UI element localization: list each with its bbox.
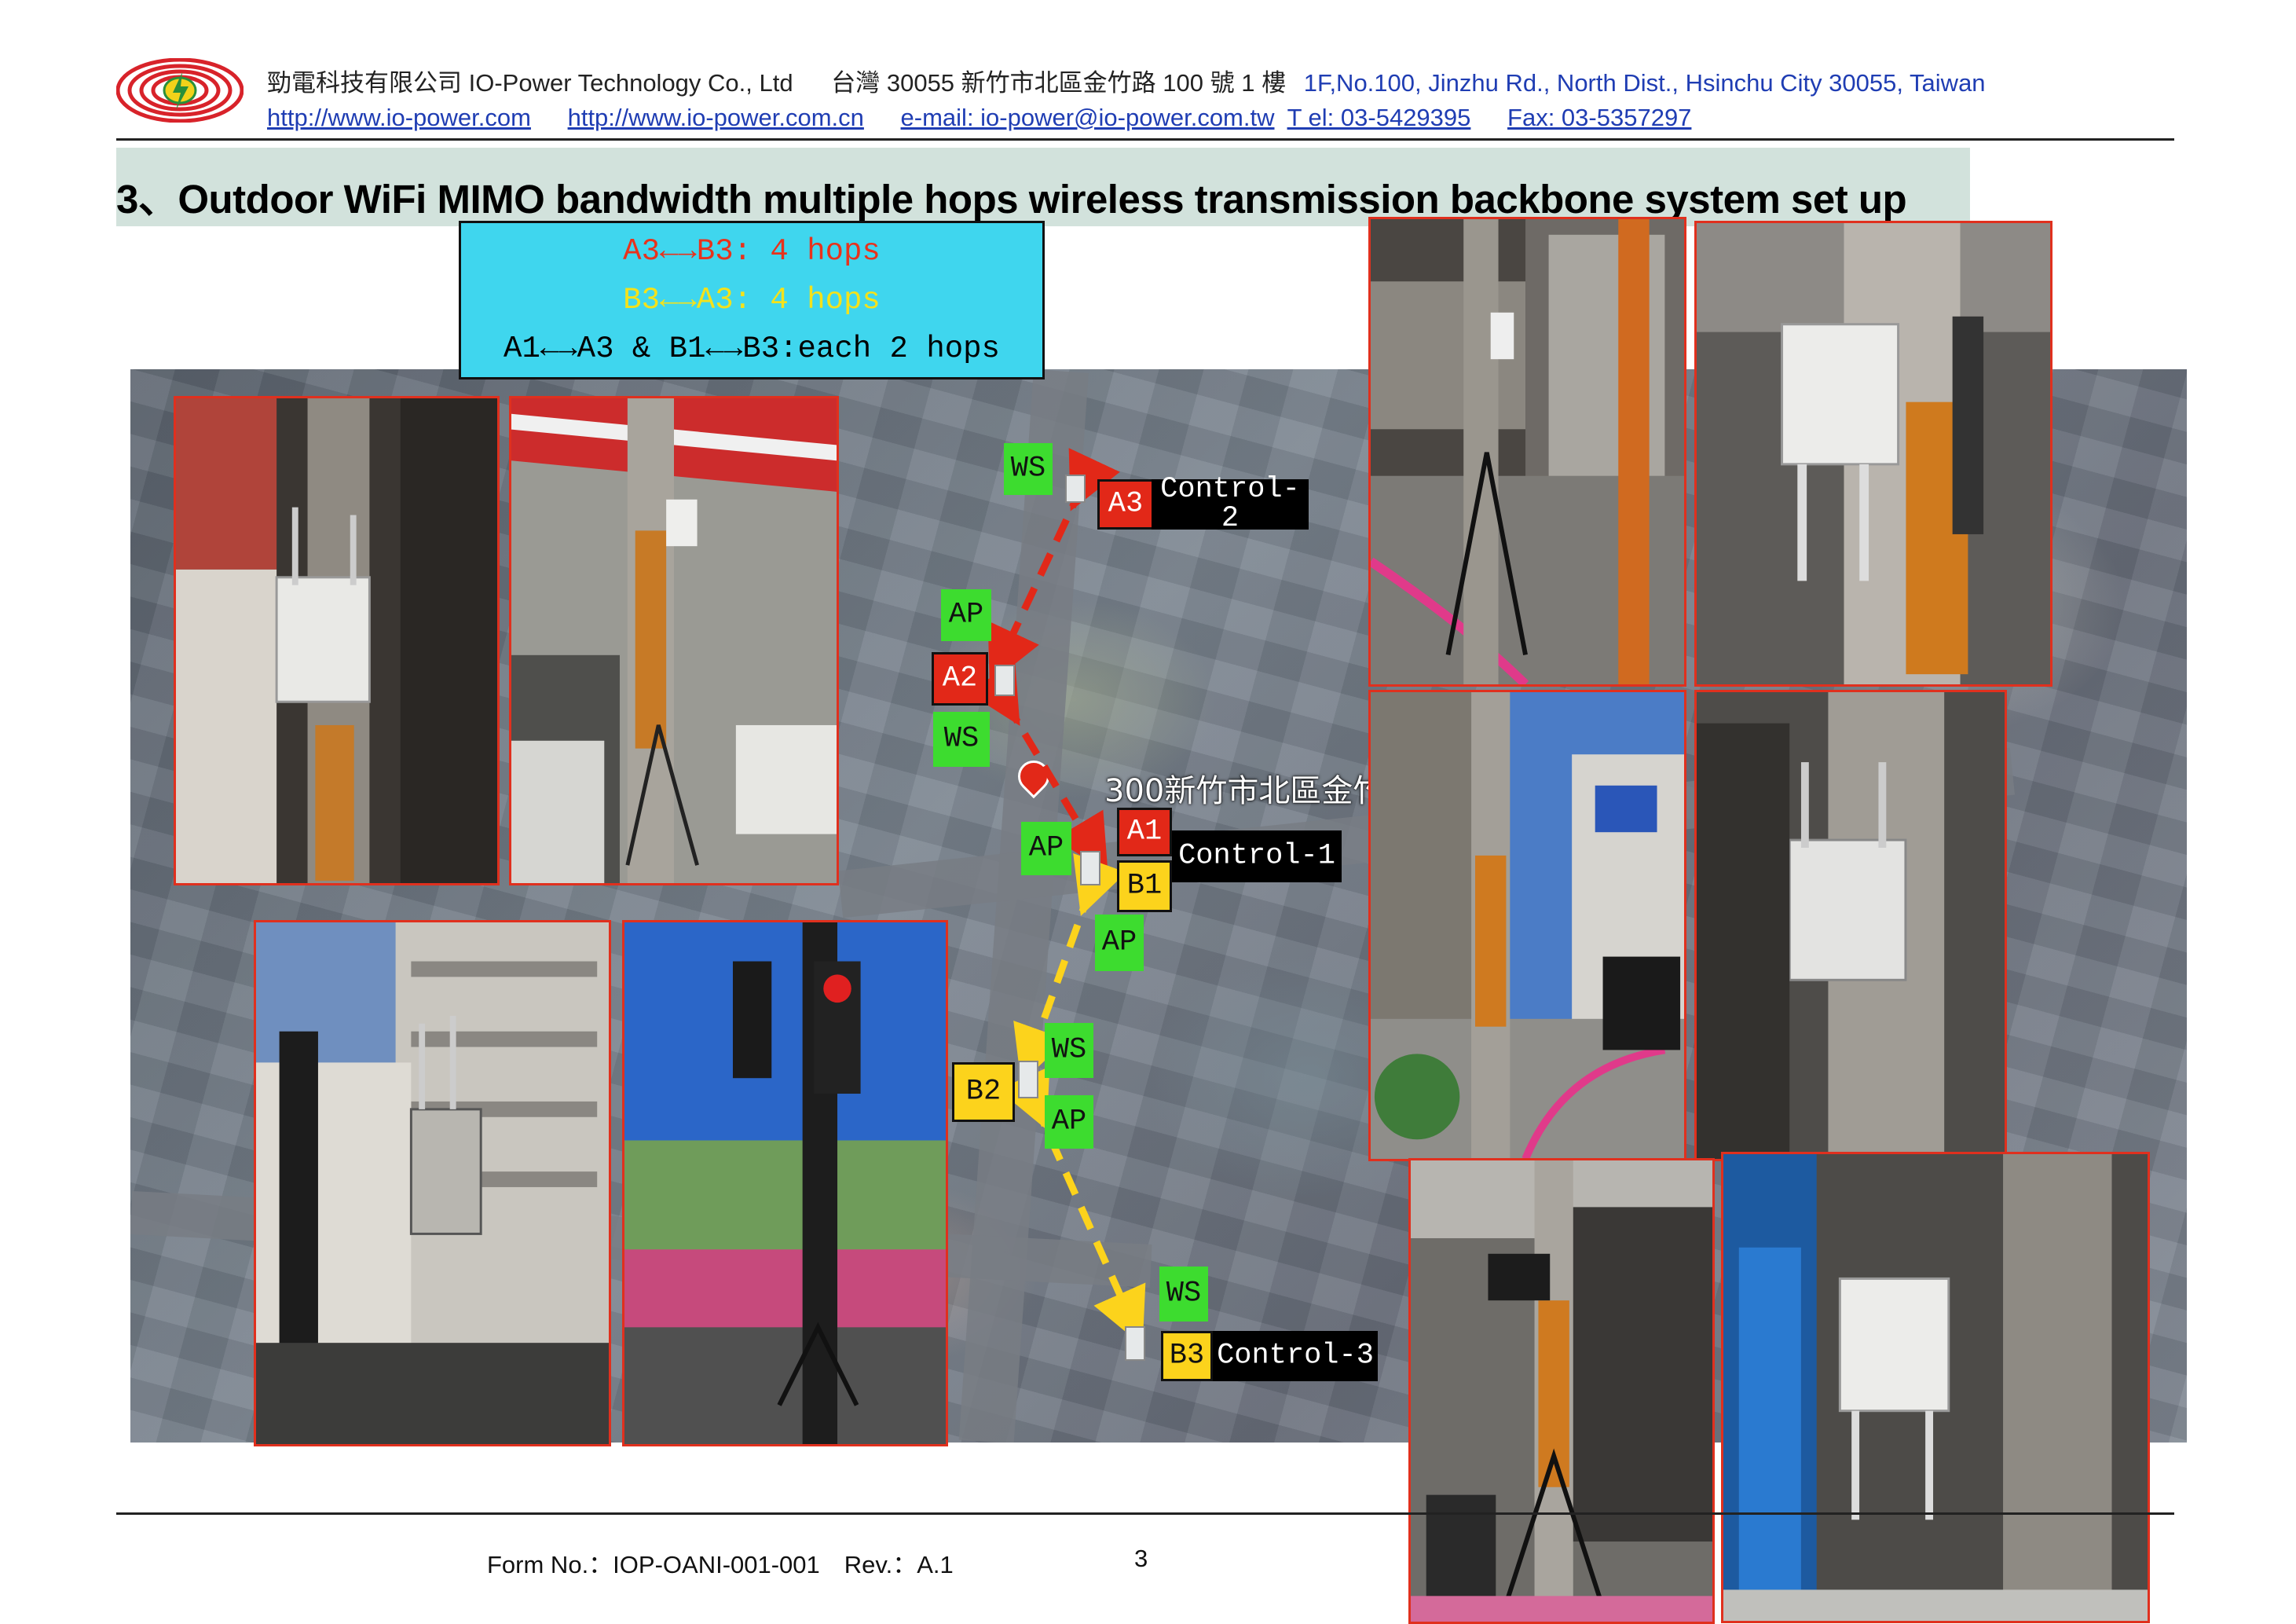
site-photo-ap-closeup-2 bbox=[1694, 690, 2007, 1161]
node-ap-b2: AP bbox=[1045, 1095, 1093, 1149]
site-photo-ap-on-pole-2 bbox=[254, 920, 611, 1446]
ap-device-icon bbox=[1018, 1061, 1038, 1098]
node-control-3: Control-3 bbox=[1213, 1331, 1378, 1381]
ap-device-icon bbox=[1125, 1326, 1145, 1361]
site-photo-street-tripod bbox=[1368, 690, 1686, 1161]
node-ap-b1: AP bbox=[1095, 915, 1144, 971]
ap-device-icon bbox=[1080, 851, 1100, 885]
node-a1: A1 bbox=[1117, 808, 1172, 856]
site-photo-ap-on-pole-1 bbox=[174, 396, 500, 885]
ap-device-icon bbox=[994, 665, 1015, 696]
site-photo-ap-tripod-1 bbox=[509, 396, 839, 885]
node-b2: B2 bbox=[952, 1062, 1015, 1122]
site-photo-ap-tripod-corner bbox=[1368, 217, 1686, 687]
footer-divider bbox=[116, 1512, 2174, 1515]
node-b3: B3 bbox=[1161, 1331, 1213, 1381]
node-ap-a1: AP bbox=[1021, 822, 1071, 875]
node-ws-b3: WS bbox=[1159, 1267, 1208, 1322]
node-ap-a2: AP bbox=[941, 589, 991, 641]
page-number: 3 bbox=[1134, 1545, 1148, 1572]
legend-b3-a3: B3←→A3: 4 hops bbox=[623, 283, 881, 317]
form-number: Form No.：IOP-OANI-001-001 Rev.：A.1 bbox=[487, 1551, 954, 1578]
node-ws-b2: WS bbox=[1045, 1023, 1093, 1078]
legend-a3-b3: A3←→B3: 4 hops bbox=[623, 234, 881, 269]
node-ws-a3: WS bbox=[1004, 443, 1053, 495]
node-control-1: Control-1 bbox=[1172, 830, 1342, 882]
site-photo-ap-closeup-1 bbox=[1694, 221, 2052, 687]
node-a3: A3 bbox=[1097, 479, 1154, 530]
node-a2: A2 bbox=[932, 652, 988, 706]
legend-pair-hops: A1←→A3 & B1←→B3:each 2 hops bbox=[504, 332, 1000, 366]
node-b1: B1 bbox=[1117, 860, 1172, 912]
node-ws-a2: WS bbox=[933, 712, 990, 767]
link-a3-a2 bbox=[987, 448, 1120, 684]
ap-device-icon bbox=[1065, 475, 1086, 503]
site-photo-ap-closeup-3 bbox=[1721, 1152, 2150, 1623]
hop-count-legend: A3←→B3: 4 hops B3←→A3: 4 hops A1←→A3 & B… bbox=[459, 221, 1045, 379]
site-photo-traffic-light-pole bbox=[622, 920, 948, 1446]
node-control-2: Control-2 bbox=[1152, 475, 1309, 533]
site-photo-tripod-scooter bbox=[1408, 1158, 1715, 1624]
